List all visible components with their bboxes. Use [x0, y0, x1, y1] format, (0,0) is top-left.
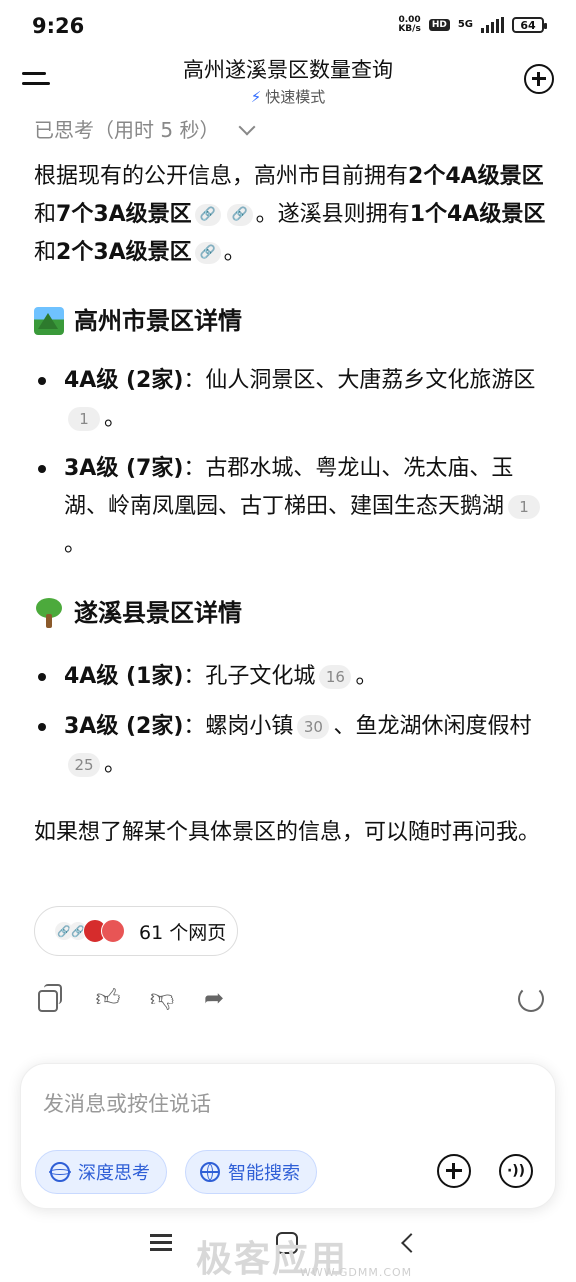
thinking-toggle[interactable]: 已思考（用时 5 秒）	[34, 114, 256, 143]
section-title-suixi: 遂溪县景区详情	[34, 594, 546, 632]
thumbs-down-icon[interactable]: 👎︎	[148, 984, 176, 1012]
answer-outro: 如果想了解某个具体景区的信息，可以随时再问我。	[34, 820, 541, 845]
message-input[interactable]: 发消息或按住说话	[43, 1088, 211, 1118]
atom-icon	[49, 1162, 71, 1182]
list-item: 3A级 (7家)：古郡水城、粤龙山、冼太庙、玉湖、岭南凤凰园、古丁梯田、建国生态…	[34, 450, 546, 564]
page-title: 高州遂溪景区数量查询	[183, 58, 393, 82]
mode-selector[interactable]: ⚡ 快速模式	[0, 86, 576, 107]
smart-search-button[interactable]: 智能搜索	[185, 1150, 317, 1194]
message-actions: 👍︎ 👎︎ ➦	[36, 984, 544, 1014]
network-type: 5G	[457, 19, 473, 30]
back-icon[interactable]	[401, 1233, 421, 1253]
suixi-list: 4A级 (1家)：孔子文化城 16。 3A级 (2家)：螺岗小镇 30 、鱼龙湖休闲度…	[34, 658, 546, 784]
hd-icon: HD	[428, 19, 450, 31]
share-icon[interactable]: ➦	[204, 984, 232, 1012]
answer-intro: 根据现有的公开信息，高州市目前拥有2个4A级景区和7个3A级景区 🔗 🔗 。遂溪县则拥…	[34, 164, 546, 265]
list-item: 3A级 (2家)：螺岗小镇 30 、鱼龙湖休闲度假村25。	[34, 708, 546, 784]
section-title-gaozhou: 高州市景区详情	[34, 302, 546, 340]
recent-apps-icon[interactable]	[150, 1234, 172, 1252]
status-icons: 0.00 KB/s HD 5G 64	[398, 15, 547, 34]
thumbs-up-icon[interactable]: 👍︎	[94, 984, 122, 1012]
add-attachment-icon[interactable]	[437, 1154, 471, 1188]
sources-button[interactable]: 🔗 🔗 61 个网页	[34, 906, 238, 956]
chevron-down-icon	[238, 118, 256, 136]
citation-chip[interactable]: 30	[297, 715, 330, 739]
answer-content: 根据现有的公开信息，高州市目前拥有2个4A级景区和7个3A级景区 🔗 🔗 。遂溪县则拥…	[34, 158, 546, 852]
citation-chip[interactable]: 16	[319, 665, 352, 689]
watermark-url: WWW.GDMM.COM	[300, 1266, 413, 1279]
citation-chip[interactable]: 1	[68, 407, 100, 431]
status-bar: 9:26 0.00 KB/s HD 5G 64	[0, 0, 576, 50]
link-icon[interactable]: 🔗	[194, 242, 221, 264]
list-item: 4A级 (1家)：孔子文化城 16。	[34, 658, 546, 696]
gaozhou-list: 4A级 (2家)：仙人洞景区、大唐荔乡文化旅游区1。 3A级 (7家)：古郡水城…	[34, 362, 546, 564]
message-composer[interactable]: 发消息或按住说话 深度思考 智能搜索 ·))	[20, 1063, 556, 1209]
citation-chip[interactable]: 25	[68, 753, 100, 777]
signal-icon	[481, 17, 504, 33]
list-item: 4A级 (2家)：仙人洞景区、大唐荔乡文化旅游区1。	[34, 362, 546, 438]
globe-icon	[200, 1162, 220, 1182]
new-chat-icon[interactable]	[524, 64, 554, 94]
link-icon[interactable]: 🔗	[194, 204, 221, 226]
net-speed: 0.00 KB/s	[398, 15, 421, 34]
citation-chip[interactable]: 1	[508, 495, 541, 519]
link-icon[interactable]: 🔗	[226, 204, 253, 226]
app-header: 高州遂溪景区数量查询 ⚡ 快速模式	[0, 50, 576, 112]
voice-call-icon[interactable]: ·))	[499, 1154, 533, 1188]
tree-icon	[34, 598, 64, 628]
deep-think-button[interactable]: 深度思考	[35, 1150, 167, 1194]
lightning-icon: ⚡	[250, 88, 262, 106]
source-logo-icon	[101, 919, 125, 943]
refresh-icon[interactable]	[518, 986, 544, 1012]
battery-icon: 64	[512, 17, 547, 33]
scenic-icon	[34, 307, 64, 335]
source-icons: 🔗 🔗	[55, 919, 125, 943]
copy-icon[interactable]	[36, 984, 64, 1012]
status-time: 9:26	[32, 14, 85, 38]
